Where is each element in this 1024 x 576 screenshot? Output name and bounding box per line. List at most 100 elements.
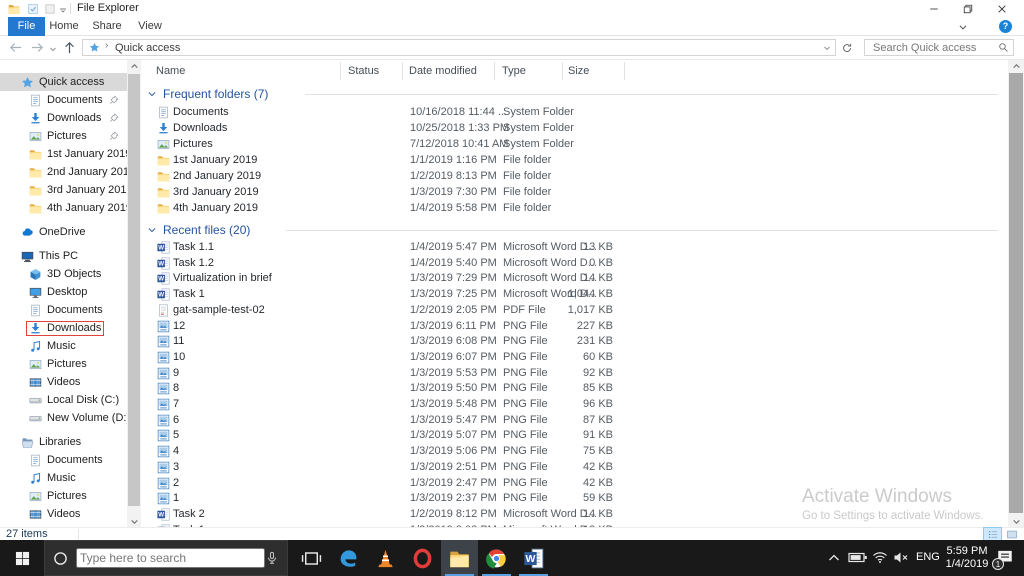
- sidebar-item-2nd-january-2019[interactable]: 2nd January 2019: [0, 163, 127, 181]
- tray-chevron-up-icon[interactable]: [826, 551, 842, 564]
- sidebar-item-local-disk-c[interactable]: Local Disk (C:): [0, 391, 127, 409]
- sidebar-item-downloads[interactable]: Downloads: [0, 109, 127, 127]
- group-header-recent-files-20[interactable]: Recent files (20): [147, 222, 1008, 238]
- restore-button[interactable]: [951, 0, 985, 17]
- file-row-gat-sample-test-02[interactable]: gat-sample-test-021/2/2019 2:05 PMPDF Fi…: [142, 303, 1008, 319]
- taskbar-app-explorer-icon[interactable]: [441, 540, 478, 576]
- tab-share[interactable]: Share: [90, 17, 124, 36]
- close-button[interactable]: [985, 0, 1019, 17]
- taskbar-app-word-app-icon[interactable]: W: [515, 540, 552, 576]
- taskbar-app-taskview-icon[interactable]: [293, 540, 330, 576]
- sidebar-item-music[interactable]: Music: [0, 337, 127, 355]
- column-separator[interactable]: [562, 62, 563, 80]
- file-row-virtualization-in-brief[interactable]: WVirtualization in brief1/3/2019 7:29 PM…: [142, 271, 1008, 287]
- sidebar-scroll-up-icon[interactable]: [127, 60, 141, 72]
- back-arrow-icon[interactable]: [8, 40, 23, 55]
- main-scroll-up-icon[interactable]: [1008, 60, 1024, 72]
- file-row-8[interactable]: 81/3/2019 5:50 PMPNG File85 KB: [142, 381, 1008, 397]
- sidebar-item-this-pc[interactable]: This PC: [0, 247, 127, 265]
- sidebar-item-onedrive[interactable]: OneDrive: [0, 223, 127, 241]
- sidebar-item-new-volume-d[interactable]: New Volume (D:): [0, 409, 127, 427]
- file-row-5[interactable]: 51/3/2019 5:07 PMPNG File91 KB: [142, 428, 1008, 444]
- help-icon[interactable]: ?: [999, 20, 1012, 33]
- file-row-9[interactable]: 91/3/2019 5:53 PMPNG File92 KB: [142, 366, 1008, 382]
- file-row-3rd-january-2019[interactable]: 3rd January 20191/3/2019 7:30 PMFile fol…: [142, 185, 1008, 201]
- sidebar-item-documents[interactable]: Documents: [0, 91, 127, 109]
- column-separator[interactable]: [340, 62, 341, 80]
- file-row-11[interactable]: 111/3/2019 6:08 PMPNG File231 KB: [142, 334, 1008, 350]
- clock[interactable]: 5:59 PM 1/4/2019: [941, 545, 993, 571]
- sidebar-item-3d-objects[interactable]: 3D Objects: [0, 265, 127, 283]
- column-separator[interactable]: [494, 62, 495, 80]
- taskbar-app-opera-icon[interactable]: [404, 540, 441, 576]
- sidebar-item-downloads[interactable]: Downloads: [0, 319, 127, 337]
- search-magnifier-icon[interactable]: [998, 42, 1009, 53]
- tab-view[interactable]: View: [134, 17, 166, 36]
- chevron-down-icon[interactable]: [147, 89, 157, 99]
- column-separator[interactable]: [402, 62, 403, 80]
- sidebar-item-desktop[interactable]: Desktop: [0, 283, 127, 301]
- minimize-button[interactable]: [917, 0, 951, 17]
- start-button[interactable]: [0, 540, 44, 576]
- file-row-3[interactable]: 31/3/2019 2:51 PMPNG File42 KB: [142, 460, 1008, 476]
- taskbar-app-chrome-icon[interactable]: [478, 540, 515, 576]
- chevron-down-icon[interactable]: [147, 225, 157, 235]
- group-header-frequent-folders-7[interactable]: Frequent folders (7): [147, 86, 1008, 102]
- taskbar-search-box[interactable]: [44, 540, 288, 576]
- sidebar-item-4th-january-2019[interactable]: 4th January 2019: [0, 199, 127, 217]
- file-row-7[interactable]: 71/3/2019 5:48 PMPNG File96 KB: [142, 397, 1008, 413]
- battery-icon[interactable]: [848, 551, 868, 564]
- sidebar-item-pictures[interactable]: Pictures: [0, 127, 127, 145]
- file-row-task-1-1[interactable]: WTask 1.11/4/2019 5:47 PMMicrosoft Word …: [142, 240, 1008, 256]
- microphone-icon[interactable]: [265, 550, 279, 566]
- sidebar-item-videos[interactable]: Videos: [0, 505, 127, 523]
- file-row-12[interactable]: 121/3/2019 6:11 PMPNG File227 KB: [142, 319, 1008, 335]
- breadcrumb-path[interactable]: Quick access: [115, 41, 180, 56]
- wifi-icon[interactable]: [872, 551, 888, 564]
- forward-arrow-icon[interactable]: [30, 40, 45, 55]
- sidebar-item-quick-access[interactable]: Quick access: [0, 73, 127, 91]
- main-scroll-down-icon[interactable]: [1008, 515, 1024, 527]
- file-row-2nd-january-2019[interactable]: 2nd January 20191/2/2019 8:13 PMFile fol…: [142, 169, 1008, 185]
- main-scrollbar-thumb[interactable]: [1009, 73, 1023, 513]
- file-row-6[interactable]: 61/3/2019 5:47 PMPNG File87 KB: [142, 413, 1008, 429]
- file-row-4th-january-2019[interactable]: 4th January 20191/4/2019 5:58 PMFile fol…: [142, 201, 1008, 217]
- qat-properties-icon[interactable]: [27, 3, 39, 15]
- file-row-documents[interactable]: Documents10/16/2018 11:44 ...System Fold…: [142, 105, 1008, 121]
- main-scrollbar[interactable]: [1008, 60, 1024, 527]
- sidebar-scroll-down-icon[interactable]: [127, 515, 141, 527]
- file-row-pictures[interactable]: Pictures7/12/2018 10:41 AMSystem Folder: [142, 137, 1008, 153]
- file-row-task-1[interactable]: WTask 11/3/2019 7:25 PMMicrosoft Word D.…: [142, 287, 1008, 303]
- sidebar-item-pictures[interactable]: Pictures: [0, 355, 127, 373]
- column-header-name[interactable]: Name: [156, 65, 185, 77]
- sidebar-item-documents[interactable]: Documents: [0, 301, 127, 319]
- taskbar-app-vlc-icon[interactable]: [367, 540, 404, 576]
- ribbon-collapse-chevron-icon[interactable]: [958, 22, 968, 32]
- sidebar-scrollbar-thumb[interactable]: [128, 74, 140, 506]
- sidebar-item-libraries[interactable]: Libraries: [0, 433, 127, 451]
- qat-newfolder-icon[interactable]: [44, 3, 56, 15]
- file-row-10[interactable]: 101/3/2019 6:07 PMPNG File60 KB: [142, 350, 1008, 366]
- column-header-date-modified[interactable]: Date modified: [409, 65, 477, 77]
- tab-file[interactable]: File: [8, 17, 45, 36]
- file-row-downloads[interactable]: Downloads10/25/2018 1:33 PMSystem Folder: [142, 121, 1008, 137]
- qat-customize-chevron-icon[interactable]: [59, 3, 67, 15]
- language-indicator[interactable]: ENG: [916, 551, 940, 563]
- sidebar-item-music[interactable]: Music: [0, 469, 127, 487]
- search-input[interactable]: [871, 41, 991, 55]
- recent-locations-chevron-icon[interactable]: [49, 45, 57, 53]
- volume-muted-icon[interactable]: [893, 551, 909, 564]
- file-row-1st-january-2019[interactable]: 1st January 20191/1/2019 1:16 PMFile fol…: [142, 153, 1008, 169]
- file-row-4[interactable]: 41/3/2019 5:06 PMPNG File75 KB: [142, 444, 1008, 460]
- sidebar-item-1st-january-2019[interactable]: 1st January 2019: [0, 145, 127, 163]
- tab-home[interactable]: Home: [48, 17, 80, 36]
- up-arrow-icon[interactable]: [62, 40, 77, 55]
- column-header-status[interactable]: Status: [348, 65, 379, 77]
- address-field[interactable]: › Quick access: [82, 39, 836, 56]
- sidebar-item-3rd-january-2019[interactable]: 3rd January 2019: [0, 181, 127, 199]
- sidebar-item-pictures[interactable]: Pictures: [0, 487, 127, 505]
- sidebar-scrollbar[interactable]: [127, 60, 141, 527]
- taskbar-search-input[interactable]: [76, 548, 265, 568]
- file-row-task-1-2[interactable]: WTask 1.21/4/2019 5:40 PMMicrosoft Word …: [142, 256, 1008, 272]
- column-header-type[interactable]: Type: [502, 65, 526, 77]
